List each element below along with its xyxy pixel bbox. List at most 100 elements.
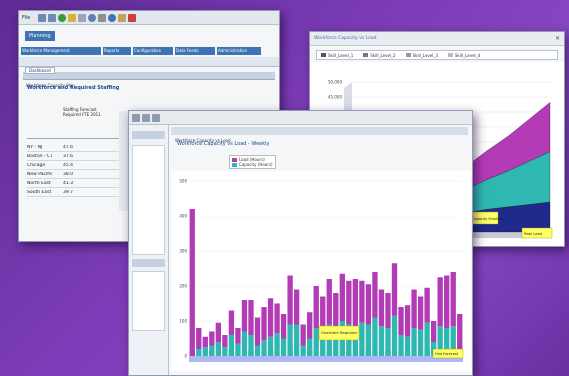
note-text: Capacity Shortfall [472, 217, 503, 221]
cut-icon[interactable] [132, 113, 140, 122]
bar-capacity [228, 335, 235, 356]
legend-label-1: Skill_Level_1 [328, 52, 354, 58]
bar-load [248, 300, 254, 335]
row-name: New Pacific [27, 171, 53, 177]
legend-item-4: Skill_Level_4 [447, 52, 481, 58]
bar-load [326, 279, 332, 325]
teal-swatch-icon [232, 162, 237, 167]
front-legend-item-2: Capacity (Hours) [232, 162, 273, 167]
legend-label-3: Skill_Level_3 [412, 52, 438, 58]
bar-capacity [398, 335, 404, 356]
paste-icon[interactable] [152, 113, 160, 122]
bar-load [241, 300, 248, 332]
bar-load [267, 298, 274, 337]
copy-icon[interactable] [142, 113, 150, 122]
bar-load [391, 263, 398, 316]
bar-load [209, 331, 215, 346]
help-icon[interactable] [108, 13, 117, 22]
bar-capacity [196, 349, 202, 356]
back-icon[interactable] [38, 13, 47, 22]
left-subtab-row: Dashboard [19, 57, 279, 74]
tab-planning[interactable]: Planning [25, 31, 55, 41]
search-icon[interactable] [88, 13, 97, 22]
row-value: 39.7 [63, 189, 74, 195]
bar-load [346, 280, 352, 325]
row-name: NY - NJ [27, 144, 43, 150]
staffing-table: Staffing Forecast Required FTE 2011 [27, 107, 119, 139]
y-tick-label: 500 [179, 179, 187, 184]
nav-tab-2[interactable]: Reports [103, 47, 131, 55]
row-value: 45.4 [63, 162, 74, 168]
bar-capacity [274, 333, 280, 356]
bar-capacity [307, 338, 313, 356]
note-text: Hire Forecast [435, 352, 459, 356]
nav-tab-3[interactable]: Configuration [133, 47, 173, 55]
nav-tab-5[interactable]: Administration [217, 47, 261, 55]
bar-capacity [300, 345, 306, 356]
sidebar-strip [132, 131, 165, 139]
y-tick-label: 100 [179, 319, 187, 324]
bar-load [287, 275, 293, 325]
bar-load [372, 272, 378, 318]
left-toolbar: File [19, 11, 279, 25]
bar-load [261, 307, 267, 341]
bar-load [274, 303, 280, 334]
y-tick-label: 45,000 [328, 95, 342, 100]
front-heading: Workforce Capacity vs Load - Weekly [177, 141, 270, 147]
y-tick-label: 400 [179, 214, 187, 219]
y-tick-label: 300 [179, 249, 187, 254]
bar-load [450, 272, 456, 327]
nav-tab-1[interactable]: Workforce Management [21, 47, 101, 55]
bar-capacity [372, 317, 378, 356]
home-icon[interactable] [68, 13, 77, 22]
bar-capacity [359, 322, 365, 356]
y-tick-label: 50,000 [328, 80, 342, 85]
row-value: 47.6 [63, 144, 74, 150]
bar-load [437, 277, 443, 327]
stripe-swatch-icon [447, 53, 453, 57]
bar-load [359, 280, 365, 323]
file-menu[interactable]: File [22, 15, 30, 21]
bar-load [417, 296, 424, 330]
legend-item-3: Skill_Level_3 [405, 52, 438, 58]
mail-icon[interactable] [118, 13, 127, 22]
front-window: Workforce Capacity vs Load Workforce Cap… [128, 110, 473, 376]
bar-capacity [248, 335, 254, 356]
bar-load [293, 289, 300, 325]
bar-capacity [241, 331, 248, 356]
front-legend: Load (Hours) Capacity (Hours) [229, 155, 276, 169]
legend-label-2: Skill_Level_2 [370, 52, 396, 58]
refresh-icon[interactable] [58, 13, 67, 22]
row-value: 38.0 [63, 171, 74, 177]
settings-icon[interactable] [98, 13, 107, 22]
bar-capacity [404, 336, 411, 356]
row-name: Chicago [27, 162, 46, 168]
bar-load [339, 273, 345, 321]
legend-label-4: Skill_Level_4 [454, 52, 481, 58]
sidebar-button[interactable] [132, 259, 165, 267]
front-sidebar [129, 125, 169, 375]
bar-capacity [411, 328, 417, 356]
bar-load [365, 284, 372, 325]
bar-capacity [293, 324, 300, 356]
bar-load [222, 335, 228, 348]
flag-icon[interactable] [128, 13, 137, 22]
row-value: 37.6 [63, 153, 74, 159]
bar-load [202, 336, 208, 348]
right-window-title: Workforce Capacity vs Load [314, 36, 377, 41]
forward-icon[interactable] [48, 13, 57, 22]
bar-capacity [378, 326, 385, 356]
nav-tab-4[interactable]: Data Feeds [175, 47, 215, 55]
note-text: Peak Load [524, 232, 542, 236]
stripe-swatch-icon [363, 53, 369, 57]
print-icon[interactable] [78, 13, 87, 22]
close-icon[interactable]: ✕ [555, 35, 560, 42]
bar-load [378, 289, 385, 327]
legend-item-1: Skill_Level_1 [321, 53, 353, 58]
bar-load [215, 322, 222, 342]
note-text: Overtime Required [321, 330, 357, 335]
bar-capacity [267, 336, 274, 356]
row-name: Boston - CT [27, 153, 53, 159]
bar-load [333, 293, 339, 327]
bar-load [444, 275, 450, 328]
